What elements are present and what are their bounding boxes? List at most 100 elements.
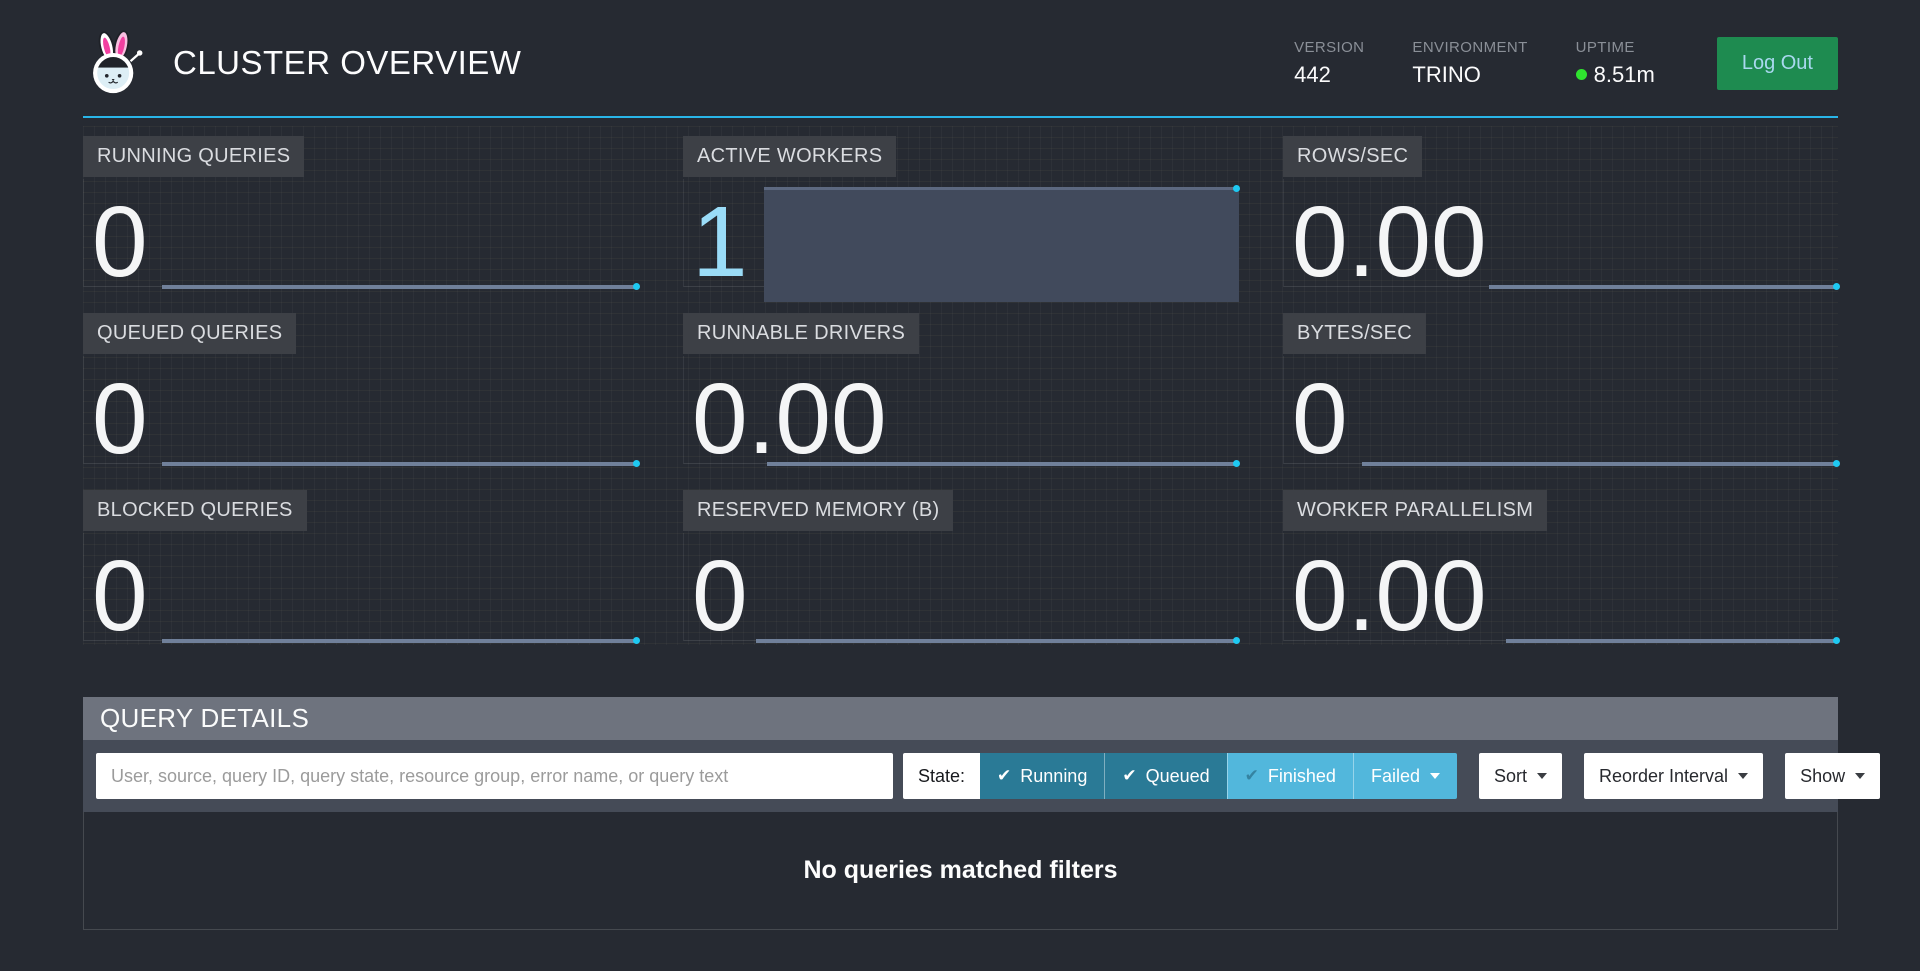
state-filter-label: State: [903,753,980,799]
uptime-meta: UPTIME 8.51m [1576,39,1655,88]
caret-down-icon [1738,773,1748,779]
query-details-header: QUERY DETAILS [83,697,1838,740]
sparkline-endpoint-dot [1833,637,1840,644]
sparkline-endpoint-dot [633,637,640,644]
stat-card-reserved-memory: RESERVED MEMORY (B) 0 [683,480,1238,643]
stat-card-blocked-queries: BLOCKED QUERIES 0 [83,480,638,643]
page-title: CLUSTER OVERVIEW [173,44,521,82]
stat-card-active-workers: ACTIVE WORKERS 1 [683,126,1238,289]
sparkline-line [1506,639,1838,643]
state-filter-group: State: ✔ Running ✔ Queued ✔ Finished [903,753,1457,799]
stat-value: 1 [692,192,748,292]
sparkline-chart: 0 [83,356,638,464]
stat-value: 0 [92,369,148,469]
sparkline-endpoint-dot [1833,460,1840,467]
sparkline-endpoint-dot [633,283,640,290]
trino-bunny-logo-icon [83,30,147,96]
stat-label: RESERVED MEMORY (B) [683,490,953,531]
check-icon: ✔ [997,766,1011,786]
query-search-input[interactable] [96,753,893,799]
stat-label: WORKER PARALLELISM [1283,490,1547,531]
show-label: Show [1800,766,1845,787]
check-icon: ✔ [1122,766,1136,786]
uptime-green-dot-icon [1576,69,1587,80]
uptime-value: 8.51m [1594,62,1655,88]
stat-card-running-queries: RUNNING QUERIES 0 [83,126,638,289]
sparkline-endpoint-dot [1833,283,1840,290]
environment-label: ENVIRONMENT [1412,39,1527,56]
brand: CLUSTER OVERVIEW [83,30,521,96]
sparkline-chart: 0 [1283,356,1838,464]
state-filter-failed-dropdown[interactable]: ✔ Failed [1353,753,1457,799]
state-filter-label-text: Running [1020,766,1087,787]
sparkline-endpoint-dot [1233,637,1240,644]
version-meta: VERSION 442 [1294,39,1364,88]
stat-card-worker-parallelism: WORKER PARALLELISM 0.00 [1283,480,1838,643]
stat-card-runnable-drivers: RUNNABLE DRIVERS 0.00 [683,303,1238,466]
sparkline-line [1489,285,1838,289]
sparkline-chart: 1 [683,179,1238,287]
sort-dropdown-button[interactable]: Sort [1479,753,1562,799]
environment-value: TRINO [1412,62,1480,88]
sparkline-chart: 0.00 [683,356,1238,464]
stat-value: 0 [692,546,748,646]
stat-label: RUNNING QUERIES [83,136,304,177]
page: CLUSTER OVERVIEW VERSION 442 ENVIRONMENT… [83,0,1838,930]
stat-card-queued-queries: QUEUED QUERIES 0 [83,303,638,466]
stat-value: 0.00 [1292,546,1487,646]
state-filter-queued[interactable]: ✔ Queued [1104,753,1226,799]
uptime-label: UPTIME [1576,39,1655,56]
query-details-section: QUERY DETAILS State: ✔ Running ✔ Queued … [83,697,1838,930]
sparkline-chart: 0 [83,533,638,641]
stat-value: 0 [92,546,148,646]
header: CLUSTER OVERVIEW VERSION 442 ENVIRONMENT… [83,0,1838,116]
caret-down-icon [1537,773,1547,779]
sparkline-line [756,639,1238,643]
sparkline-endpoint-dot [1233,185,1240,192]
sparkline-endpoint-dot [1233,460,1240,467]
stat-value: 0 [1292,369,1348,469]
sparkline-area [764,187,1239,302]
sparkline-line [162,639,638,643]
sparkline-line [1362,462,1838,466]
show-dropdown-button[interactable]: Show [1785,753,1880,799]
sparkline-chart: 0.00 [1283,179,1838,287]
empty-state-message: No queries matched filters [804,856,1118,885]
stat-label: ACTIVE WORKERS [683,136,896,177]
stat-value: 0.00 [692,369,887,469]
sparkline-endpoint-dot [633,460,640,467]
logout-button[interactable]: Log Out [1717,37,1838,90]
stat-label: BLOCKED QUERIES [83,490,307,531]
reorder-interval-dropdown-button[interactable]: Reorder Interval [1584,753,1763,799]
stat-card-bytes-per-sec: BYTES/SEC 0 [1283,303,1838,466]
state-filter-label-text: Finished [1268,766,1336,787]
state-filter-label-text: Queued [1146,766,1210,787]
version-value: 442 [1294,62,1331,88]
caret-down-icon [1430,773,1440,779]
state-filter-running[interactable]: ✔ Running [980,753,1104,799]
sparkline-chart: 0 [83,179,638,287]
version-label: VERSION [1294,39,1364,56]
stat-label: RUNNABLE DRIVERS [683,313,919,354]
sparkline-chart: 0 [683,533,1238,641]
query-filter-toolbar: State: ✔ Running ✔ Queued ✔ Finished [83,740,1838,812]
stat-card-rows-per-sec: ROWS/SEC 0.00 [1283,126,1838,289]
header-divider [83,116,1838,118]
sort-label: Sort [1494,766,1527,787]
state-filter-label-text: Failed [1371,766,1420,787]
sparkline-line [162,285,638,289]
stat-label: QUEUED QUERIES [83,313,296,354]
query-details-title: QUERY DETAILS [100,703,309,734]
caret-down-icon [1855,773,1865,779]
stat-value: 0.00 [1292,192,1487,292]
check-icon: ✔ [1245,766,1259,786]
cluster-stats-grid: RUNNING QUERIES 0 ACTIVE WORKERS 1 ROWS/… [83,126,1838,645]
header-meta-group: VERSION 442 ENVIRONMENT TRINO UPTIME 8.5… [1294,37,1838,90]
state-filter-finished[interactable]: ✔ Finished [1227,753,1353,799]
reorder-interval-label: Reorder Interval [1599,766,1728,787]
sparkline-chart: 0.00 [1283,533,1838,641]
environment-meta: ENVIRONMENT TRINO [1412,39,1527,88]
query-list-empty-area: No queries matched filters [83,812,1838,930]
stat-label: BYTES/SEC [1283,313,1426,354]
stat-value: 0 [92,192,148,292]
